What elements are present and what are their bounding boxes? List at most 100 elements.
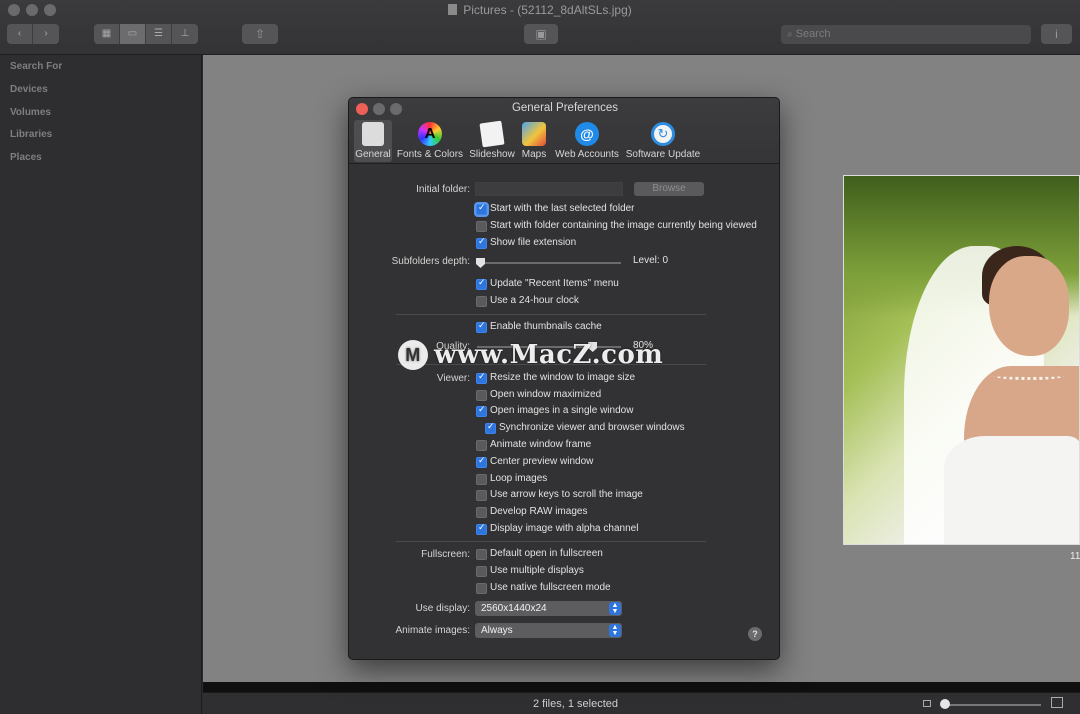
map-view-button[interactable]: ⊥ <box>172 24 198 44</box>
option-row: Use multiple displays <box>349 565 779 581</box>
small-thumbnail-icon <box>923 700 931 707</box>
start-last-folder-checkbox[interactable] <box>476 203 487 215</box>
center-preview-label: Center preview window <box>490 456 594 467</box>
slideshow-toolbar-button[interactable]: ▣ <box>524 24 558 44</box>
info-icon: i <box>1055 27 1058 41</box>
chevron-updown-icon: ▲ ▼ <box>609 602 621 615</box>
tab-software-update[interactable]: ↻ Software Update <box>625 120 701 162</box>
loop-images-checkbox[interactable] <box>476 474 487 485</box>
clock-24h-label: Use a 24-hour clock <box>490 295 579 306</box>
tab-slideshow-label: Slideshow <box>469 149 515 160</box>
show-extension-checkbox[interactable] <box>476 237 487 249</box>
preferences-toolbar: General Preferences General A Fonts & Co… <box>349 98 779 164</box>
option-row: Open window maximized <box>349 389 779 405</box>
search-icon: ⌕ <box>787 29 793 40</box>
animate-frame-checkbox[interactable] <box>476 440 487 451</box>
share-button[interactable]: ⇧ <box>242 24 278 44</box>
resize-window-label: Resize the window to image size <box>490 372 636 383</box>
image-thumbnail[interactable] <box>843 175 1080 545</box>
back-button[interactable]: ‹ <box>7 24 33 44</box>
sidebar-section-search-for[interactable]: Search For <box>10 61 62 72</box>
tab-general-label: General <box>355 149 391 160</box>
option-row: Open images in a single window <box>349 405 779 421</box>
single-window-label: Open images in a single window <box>490 405 634 416</box>
main-titlebar: Pictures - (52112_8dAltSLs.jpg) ‹ › ▦ ▭ … <box>0 0 1080 55</box>
clock-24h-checkbox[interactable] <box>476 296 487 307</box>
grid-view-button[interactable]: ▦ <box>94 24 120 44</box>
sidebar-section-libraries[interactable]: Libraries <box>10 129 52 140</box>
option-row: Loop images <box>349 473 779 489</box>
start-viewed-folder-checkbox[interactable] <box>476 221 487 232</box>
alpha-channel-label: Display image with alpha channel <box>490 523 639 534</box>
center-preview-checkbox[interactable] <box>476 456 487 468</box>
thumbnail-cache-label: Enable thumbnails cache <box>490 321 602 332</box>
tab-web-accounts[interactable]: @ Web Accounts <box>554 120 620 162</box>
browse-button[interactable]: Browse <box>634 182 704 196</box>
photo-necklace <box>994 372 1064 380</box>
arrow-keys-checkbox[interactable] <box>476 490 487 501</box>
tab-general[interactable]: General <box>354 120 392 162</box>
navigation-control: ‹ › <box>7 24 59 44</box>
use-display-value: 2560x1440x24 <box>481 603 547 614</box>
multiple-displays-label: Use multiple displays <box>490 565 584 576</box>
sidebar-section-volumes[interactable]: Volumes <box>10 107 51 118</box>
help-button[interactable]: ? <box>748 627 762 641</box>
open-maximized-checkbox[interactable] <box>476 390 487 401</box>
develop-raw-checkbox[interactable] <box>476 507 487 518</box>
multiple-displays-checkbox[interactable] <box>476 566 487 577</box>
sidebar-section-devices[interactable]: Devices <box>10 84 48 95</box>
use-display-select[interactable]: 2560x1440x24 ▲ ▼ <box>475 601 622 616</box>
viewer-label: Viewer: <box>436 373 470 384</box>
info-button[interactable]: i <box>1041 24 1072 44</box>
photo-dress <box>944 436 1079 544</box>
subfolders-depth-label: Subfolders depth: <box>391 256 470 267</box>
tab-fonts-colors[interactable]: A Fonts & Colors <box>396 120 464 162</box>
tab-slideshow[interactable]: Slideshow <box>467 120 517 162</box>
use-display-label: Use display: <box>415 603 470 614</box>
filmstrip-icon: ▭ <box>127 28 138 39</box>
synchronize-windows-checkbox[interactable] <box>485 422 496 434</box>
option-row: Fullscreen: Default open in fullscreen <box>349 548 779 564</box>
fullscreen-default-checkbox[interactable] <box>476 549 487 560</box>
search-field[interactable]: ⌕ Search <box>781 25 1031 44</box>
option-row: Viewer: Resize the window to image size <box>349 372 779 388</box>
option-row: Center preview window <box>349 456 779 472</box>
list-view-button[interactable]: ☰ <box>146 24 172 44</box>
filmstrip-view-button[interactable]: ▭ <box>120 24 146 44</box>
subfolders-level-text: Level: 0 <box>633 255 669 266</box>
chevron-left-icon: ‹ <box>17 28 22 39</box>
document-icon <box>448 4 458 15</box>
option-row: Start with the last selected folder <box>349 203 779 219</box>
refresh-icon: ↻ <box>651 122 675 146</box>
initial-folder-field[interactable] <box>475 182 623 196</box>
watermark-logo-icon: M <box>398 340 428 370</box>
open-maximized-label: Open window maximized <box>490 389 602 400</box>
animate-images-select[interactable]: Always ▲ ▼ <box>475 623 622 638</box>
dialog-title: General Preferences <box>511 102 619 114</box>
single-window-checkbox[interactable] <box>476 405 487 417</box>
color-wheel-icon: A <box>418 122 442 146</box>
alpha-channel-checkbox[interactable] <box>476 523 487 535</box>
update-recent-label: Update "Recent Items" menu <box>490 278 619 289</box>
fullscreen-default-label: Default open in fullscreen <box>490 548 603 559</box>
chevron-right-icon: › <box>44 28 48 39</box>
sidebar-section-places[interactable]: Places <box>10 152 42 163</box>
status-text: 2 files, 1 selected <box>533 698 618 710</box>
preferences-dialog: General Preferences General A Fonts & Co… <box>348 97 780 660</box>
subfolders-depth-slider[interactable] <box>477 262 621 264</box>
thumbnail-size-slider[interactable] <box>941 704 1041 706</box>
native-fullscreen-checkbox[interactable] <box>476 583 487 594</box>
thumbnail-cache-checkbox[interactable] <box>476 321 487 333</box>
forward-button[interactable]: › <box>33 24 59 44</box>
watermark-text: www.MacZ.com <box>434 340 664 370</box>
thumbnail-size-slider-thumb[interactable] <box>940 699 950 709</box>
grid-icon: ▦ <box>101 28 112 39</box>
photo-face <box>989 256 1069 356</box>
separator <box>396 541 706 542</box>
animate-frame-label: Animate window frame <box>490 439 592 450</box>
update-recent-checkbox[interactable] <box>476 278 487 290</box>
resize-window-checkbox[interactable] <box>476 372 487 384</box>
chevron-updown-icon: ▲ ▼ <box>609 624 621 637</box>
share-icon: ⇧ <box>254 27 266 41</box>
tab-maps[interactable]: Maps <box>519 120 549 162</box>
